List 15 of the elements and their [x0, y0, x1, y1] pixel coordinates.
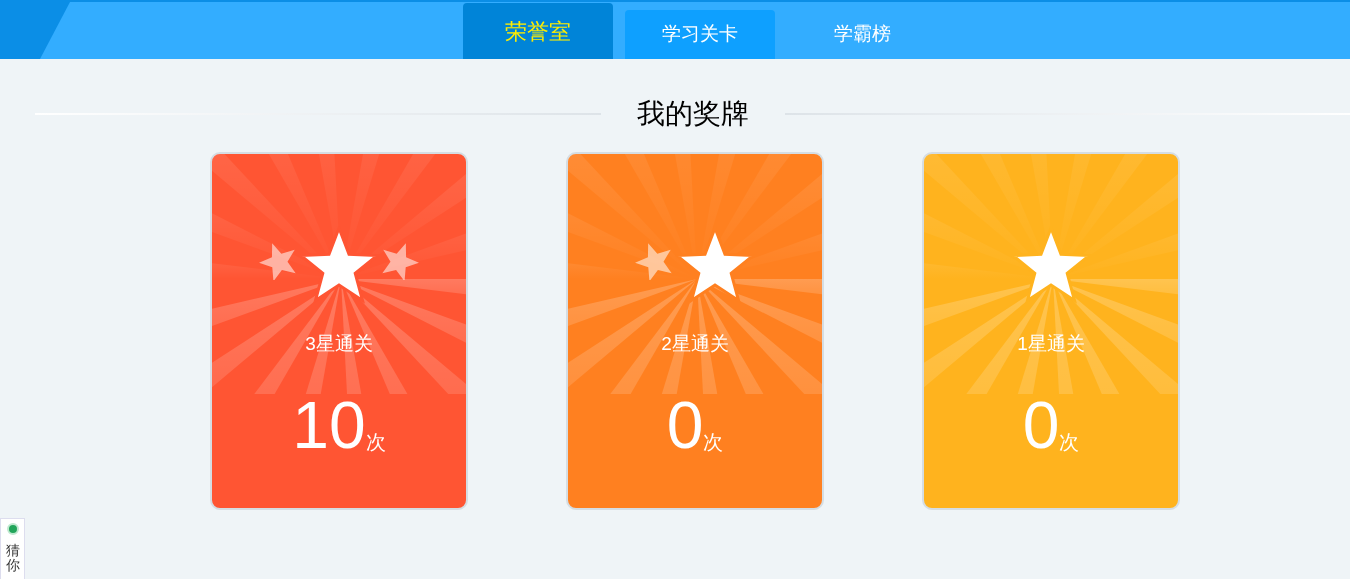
section-title: 我的奖牌 — [635, 97, 750, 131]
tab[interactable]: 学霸榜 — [787, 10, 937, 59]
medal-count: 0 — [666, 390, 704, 460]
count-unit: 次 — [1059, 430, 1080, 454]
side-widget-text: 猜你 — [5, 543, 20, 573]
star-icon — [1011, 226, 1091, 304]
medal-label: 3星通关 — [304, 332, 374, 356]
medal-count: 10 — [292, 390, 366, 460]
medal-label: 1星通关 — [1016, 332, 1086, 356]
tab[interactable]: 荣誉室 — [463, 3, 613, 59]
count-unit: 次 — [365, 430, 386, 454]
count-unit: 次 — [703, 430, 724, 454]
tab[interactable]: 学习关卡 — [625, 10, 775, 59]
medal-count: 0 — [1022, 390, 1060, 460]
medal-label: 2星通关 — [660, 332, 730, 356]
